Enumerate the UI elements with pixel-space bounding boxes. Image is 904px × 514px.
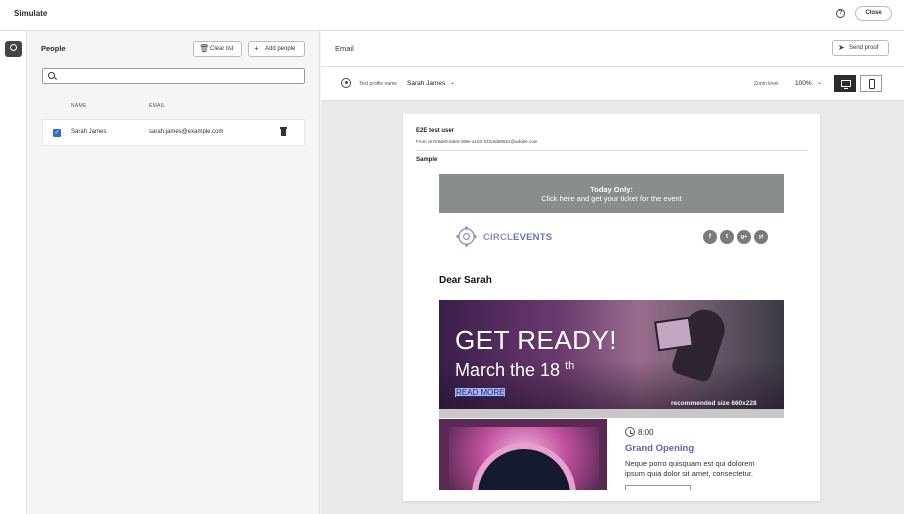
send-icon: ➤ [838,43,845,52]
logo-text: CIRCLEVENTS [483,232,552,243]
google-plus-icon[interactable]: g+ [737,230,751,244]
send-proof-label: Send proof [849,45,879,51]
table-row[interactable]: ✓ Sarah James sarah.james@example.com [42,119,305,146]
search-input[interactable] [42,68,305,84]
banner-line-1: Today Only: [590,185,633,194]
mobile-view-button[interactable] [860,75,882,92]
plus-icon: + [254,44,259,53]
delete-row-icon[interactable] [280,127,287,136]
monitor-icon [841,80,851,90]
hero-title: GET READY! [455,325,618,355]
email-from: From c67e9de9-0de0-498e-a182-fcf3c6d9655… [416,139,538,144]
email-preheader: Sample [416,157,438,163]
greeting: Dear Sarah [439,275,492,286]
facebook-icon[interactable]: f [703,230,717,244]
read-more-link[interactable]: READ MORE [455,388,506,397]
chevron-down-icon[interactable]: ⌄ [450,79,455,86]
circlevents-logo-icon [456,226,477,247]
search-icon [48,72,55,79]
left-rail [0,31,27,514]
people-title: People [41,44,66,53]
phone-icon [869,79,875,89]
youtube-icon[interactable]: yt [754,230,768,244]
hero-date-text: March the 18 [455,360,561,380]
email-body: Today Only: Click here and get your tick… [416,174,808,490]
event-photo [439,419,607,490]
hero-image: GET READY! March the 18 th READ MORE rec… [439,300,784,418]
event-title[interactable]: Grand Opening [625,443,694,454]
zoom-label: Zoom level [754,81,779,87]
people-header: People 🗑 Clear list + Add people [27,31,320,67]
zoom-chevron-down-icon[interactable]: ⌄ [817,79,822,86]
row-name: Sarah James [71,129,107,135]
email-preview-card: E2E test user From c67e9de9-0de0-498e-a1… [403,114,820,501]
preview-toolbar: Test profile name Sarah James ⌄ Zoom lev… [321,67,904,101]
row-checkbox[interactable]: ✓ [53,129,61,137]
row-email: sarah.james@example.com [149,129,224,135]
email-header: Email ➤ Send proof [321,31,904,67]
clock-icon [625,427,635,437]
email-title: Email [335,44,354,53]
profile-label: Test profile name [359,81,398,87]
twitter-icon[interactable]: t [720,230,734,244]
hero-date: March the 18 th [455,360,574,381]
clear-list-label: Clear list [210,46,234,52]
zoom-select[interactable]: 100% [795,80,812,87]
people-panel: People 🗑 Clear list + Add people NAME EM… [27,31,320,514]
event-button[interactable] [625,485,691,490]
banner-line-2: Click here and get your ticket for the e… [541,194,682,203]
column-header-name[interactable]: NAME [71,103,87,109]
profile-select[interactable]: Sarah James [407,80,445,87]
logo-text-a: CIRCL [483,232,514,243]
event-time: 8:00 [638,428,654,437]
hero-date-sup: th [565,360,575,372]
add-people-button[interactable]: + Add people [248,41,305,57]
send-proof-button[interactable]: ➤ Send proof [832,40,889,56]
clear-list-button[interactable]: 🗑 Clear list [193,41,242,57]
hero-bottom-strip [439,409,784,418]
logo-text-b: EVENTS [513,232,553,243]
trash-icon: 🗑 [199,44,210,53]
hero-note: recommended size 660x228 [671,400,757,407]
email-subject: E2E test user [416,128,455,134]
help-icon[interactable]: ? [836,9,845,18]
top-banner[interactable]: Today Only: Click here and get your tick… [439,174,784,213]
column-header-email[interactable]: EMAIL [149,103,166,109]
event-description: Neque porro quisquam est qui dolorem ips… [625,459,755,478]
page-title: Simulate [14,9,48,18]
profile-icon [341,78,351,88]
top-bar: Simulate ? Close [0,0,904,31]
user-circle-icon[interactable] [5,41,22,57]
divider [416,150,808,151]
hero-phone [654,316,694,352]
close-button[interactable]: Close [855,6,892,21]
add-people-label: Add people [265,46,296,52]
desktop-view-button[interactable] [834,75,856,92]
